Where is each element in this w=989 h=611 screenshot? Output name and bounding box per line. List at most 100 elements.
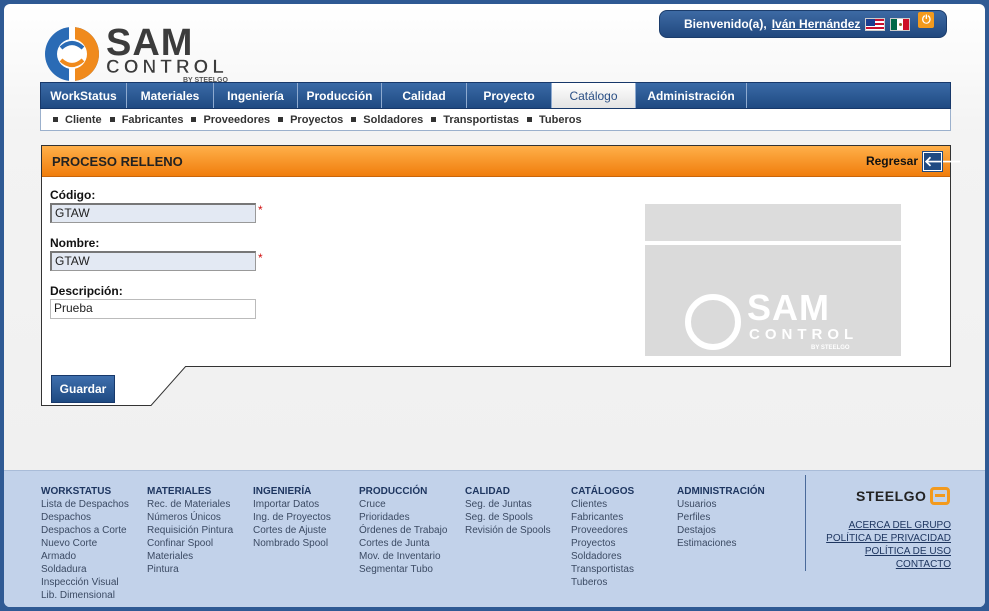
sam-control-logo[interactable]: SAM CONTROL BY STEELGO [42,24,228,86]
footer-link[interactable]: Seg. de Juntas [465,498,551,511]
footer-link[interactable]: Inspección Visual [41,576,129,589]
nav-item-calidad[interactable]: Calidad [382,83,467,108]
footer-link[interactable]: Materiales [147,550,233,563]
nav-item-ingenieria[interactable]: Ingeniería [214,83,298,108]
watermark-logo-icon [685,294,741,350]
footer-column-title[interactable]: PRODUCCIÓN [359,485,447,498]
welcome-text: Bienvenido(a), [684,17,767,31]
required-marker: * [258,251,263,265]
footer-link[interactable]: Clientes [571,498,634,511]
footer-link[interactable]: Mov. de Inventario [359,550,447,563]
footer-link[interactable]: Lista de Despachos [41,498,129,511]
footer-link[interactable]: Rec. de Materiales [147,498,233,511]
footer-column: MATERIALES Rec. de Materiales Números Únic… [147,485,233,576]
watermark-sam-text: SAM [747,287,830,328]
footer-link[interactable]: Segmentar Tubo [359,563,447,576]
footer-link[interactable]: Fabricantes [571,511,634,524]
footer-link[interactable]: Soldadores [571,550,634,563]
codigo-field[interactable]: GTAW [50,203,256,223]
footer-link[interactable]: Requisición Pintura [147,524,233,537]
footer-link[interactable]: Cortes de Junta [359,537,447,550]
footer-link[interactable]: Transportistas [571,563,634,576]
app-frame: Bienvenido(a), Iván Hernández ⏻ SAM CONT… [4,4,985,607]
footer-divider [805,475,806,571]
codigo-label: Código: [50,188,96,202]
back-label[interactable]: Regresar [866,154,918,168]
proceso-form: Código: GTAW * Nombre: GTAW * Descripció… [50,188,263,332]
footer-link[interactable]: Armado [41,550,129,563]
nav-item-administracion[interactable]: Administración [636,83,747,108]
nombre-field[interactable]: GTAW [50,251,256,271]
actions-tab: Guardar [41,366,187,406]
footer-link[interactable]: Proveedores [571,524,634,537]
footer-column-title[interactable]: MATERIALES [147,485,233,498]
us-flag-icon[interactable] [865,17,886,31]
nav-item-catalogo[interactable]: Catálogo [552,83,636,108]
footer-link[interactable]: Lib. Dimensional [41,589,129,602]
nav-item-produccion[interactable]: Producción [298,83,382,108]
steelgo-logo[interactable]: STEELGO [856,487,951,505]
footer-column-title[interactable]: CATÁLOGOS [571,485,634,498]
footer-link[interactable]: Nombrado Spool [253,537,331,550]
footer-column-title[interactable]: INGENIERÍA [253,485,331,498]
footer-column-title[interactable]: CALIDAD [465,485,551,498]
footer: WORKSTATUS Lista de Despachos Despachos Des… [4,470,985,607]
steelgo-text: STEELGO [856,488,927,504]
footer-link[interactable]: Cortes de Ajuste [253,524,331,537]
footer-links: ACERCA DEL GRUPO POLÍTICA DE PRIVACIDAD … [826,519,951,571]
subnav-item-transportistas[interactable]: Transportistas [431,114,519,126]
footer-link[interactable]: Ing. de Proyectos [253,511,331,524]
footer-link[interactable]: Prioridades [359,511,447,524]
panel-header: PROCESO RELLENO Regresar 🡐 [42,146,962,177]
nav-item-materiales[interactable]: Materiales [127,83,214,108]
footer-link[interactable]: Soldadura [41,563,129,576]
footer-column: CATÁLOGOS Clientes Fabricantes Proveedores P… [571,485,634,589]
link-privacidad[interactable]: POLÍTICA DE PRIVACIDAD [826,532,951,545]
footer-link[interactable]: Usuarios [677,498,765,511]
footer-link[interactable]: Despachos a Corte [41,524,129,537]
footer-link[interactable]: Destajos [677,524,765,537]
subnav-item-soldadores[interactable]: Soldadores [351,114,423,126]
footer-link[interactable]: Revisión de Spools [465,524,551,537]
link-contacto[interactable]: CONTACTO [826,558,951,571]
nav-item-proyecto[interactable]: Proyecto [467,83,552,108]
nav-item-workstatus[interactable]: WorkStatus [41,83,127,108]
subnav-item-tuberos[interactable]: Tuberos [527,114,582,126]
footer-link[interactable]: Órdenes de Trabajo [359,524,447,537]
subnav-item-proveedores[interactable]: Proveedores [191,114,270,126]
footer-link[interactable]: Despachos [41,511,129,524]
subnav-item-cliente[interactable]: Cliente [53,114,102,126]
footer-column-title[interactable]: ADMINISTRACIÓN [677,485,765,498]
steelgo-mark-icon [930,487,951,505]
page-title: PROCESO RELLENO [52,153,183,169]
logout-icon[interactable]: ⏻ [918,12,935,28]
footer-column: WORKSTATUS Lista de Despachos Despachos Des… [41,485,129,602]
required-marker: * [258,203,263,217]
footer-link[interactable]: Estimaciones [677,537,765,550]
footer-link[interactable]: Importar Datos [253,498,331,511]
save-button[interactable]: Guardar [51,375,115,403]
footer-link[interactable]: Pintura [147,563,233,576]
preview-header-box [645,204,901,241]
footer-link[interactable]: Tuberos [571,576,634,589]
mexico-flag-icon[interactable] [890,17,911,31]
footer-link[interactable]: Seg. de Spools [465,511,551,524]
footer-link[interactable]: Perfiles [677,511,765,524]
subnav-item-proyectos[interactable]: Proyectos [278,114,343,126]
descripcion-field[interactable]: Prueba [50,299,256,319]
user-name-link[interactable]: Iván Hernández [772,17,861,31]
footer-column-title[interactable]: WORKSTATUS [41,485,129,498]
footer-link[interactable]: Confinar Spool [147,537,233,550]
footer-link[interactable]: Cruce [359,498,447,511]
footer-column: PRODUCCIÓN Cruce Prioridades Órdenes de Tra… [359,485,447,576]
back-button[interactable]: Regresar 🡐 [866,150,962,172]
descripcion-label: Descripción: [50,284,123,298]
link-acerca[interactable]: ACERCA DEL GRUPO [826,519,951,532]
link-uso[interactable]: POLÍTICA DE USO [826,545,951,558]
arrow-left-icon[interactable]: 🡐 [922,150,962,172]
footer-link[interactable]: Números Únicos [147,511,233,524]
footer-link[interactable]: Nuevo Corte [41,537,129,550]
watermark-by-text: BY STEELGO [811,345,850,351]
subnav-item-fabricantes[interactable]: Fabricantes [109,114,183,126]
footer-link[interactable]: Proyectos [571,537,634,550]
